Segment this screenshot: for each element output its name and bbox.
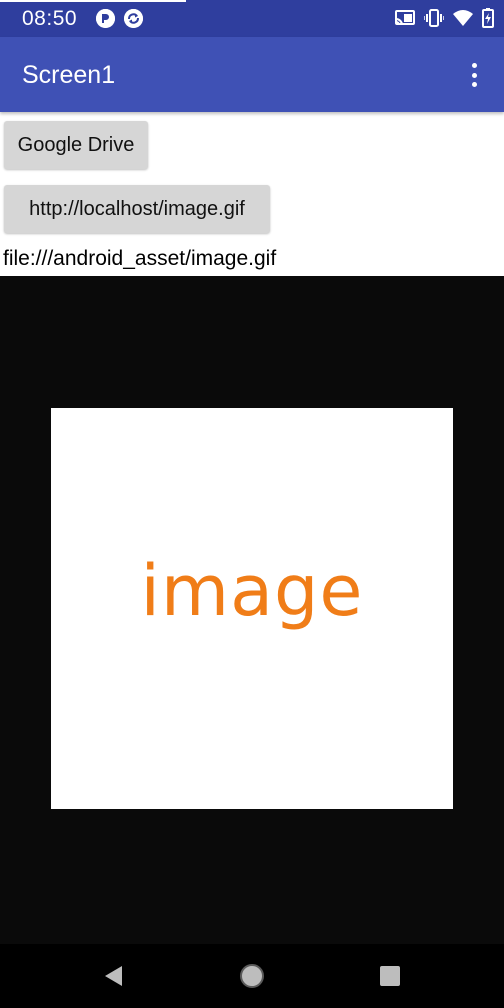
notification-icon xyxy=(96,9,115,28)
status-indicator-line xyxy=(0,0,186,2)
app-title: Screen1 xyxy=(22,61,116,89)
image-word: image xyxy=(140,550,364,632)
vibrate-icon xyxy=(423,9,445,32)
image-view: image xyxy=(0,276,504,944)
sync-icon xyxy=(124,9,143,28)
more-vert-icon[interactable] xyxy=(462,60,486,90)
back-icon[interactable] xyxy=(98,961,128,991)
asset-path-label: file:///android_asset/image.gif xyxy=(3,247,277,270)
home-icon[interactable] xyxy=(237,961,267,991)
app-bar: Screen1 xyxy=(0,37,504,112)
google-drive-button[interactable]: Google Drive xyxy=(4,121,148,169)
navigation-bar xyxy=(0,944,504,1008)
recents-icon[interactable] xyxy=(375,961,405,991)
battery-icon xyxy=(482,8,494,33)
gif-image: image xyxy=(51,408,453,809)
status-bar: 08:50 xyxy=(0,0,504,37)
status-time: 08:50 xyxy=(22,7,78,30)
localhost-image-button[interactable]: http://localhost/image.gif xyxy=(4,185,270,233)
status-icons xyxy=(395,8,494,33)
cast-icon xyxy=(395,9,415,32)
wifi-icon xyxy=(453,9,473,32)
